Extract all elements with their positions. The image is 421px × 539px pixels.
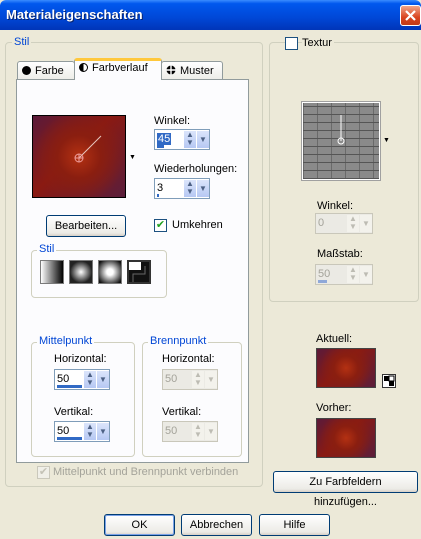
- winkel-label: Winkel:: [154, 115, 191, 127]
- textur-winkel-up-down-icon: ▲ ▼: [347, 215, 359, 232]
- checkmark-icon: ✔: [38, 466, 49, 478]
- winkel-value[interactable]: 45: [157, 133, 172, 145]
- texture-dropdown-arrow-icon[interactable]: ▼: [383, 137, 390, 144]
- swatch-toggle-icon: [384, 375, 395, 386]
- radial-style-icon: [129, 262, 149, 282]
- stil-group-label: Stil: [12, 36, 32, 48]
- mittelpunkt-vertikal-spinbox[interactable]: 50 ▲ ▼ ▼: [54, 421, 110, 442]
- dialog-body: Stil Farbe Farbverlauf Muster ▼ Winkel: …: [0, 30, 421, 539]
- tab-farbe[interactable]: Farbe: [17, 61, 75, 81]
- brennpunkt-vertikal-up-down-icon: ▲ ▼: [192, 423, 204, 440]
- previous-material-swatch[interactable]: [316, 418, 376, 458]
- filled-circle-icon: [22, 66, 31, 75]
- mittelpunkt-vertikal-dropdown-icon[interactable]: ▼: [97, 423, 109, 440]
- wiederholungen-up-down-icon[interactable]: ▲ ▼: [184, 180, 196, 197]
- current-material-swatch: [316, 348, 376, 388]
- gradient-angle-handle-icon: [74, 135, 102, 163]
- edit-gradient-button[interactable]: Bearbeiten...: [46, 215, 126, 237]
- winkel-up-down-icon[interactable]: ▲ ▼: [184, 131, 196, 148]
- title-bar: Materialeigenschaften: [0, 0, 421, 30]
- wiederholungen-value[interactable]: 3: [157, 182, 163, 194]
- mittelpunkt-horizontal-level-bar: [57, 385, 82, 388]
- crosshair-pattern-icon: [166, 65, 176, 78]
- textur-label: Textur: [302, 37, 334, 49]
- textur-masstab-level-bar: [318, 280, 327, 283]
- close-icon: [405, 10, 416, 21]
- brennpunkt-horizontal-spinbox: 50 ▲ ▼ ▼: [162, 369, 218, 390]
- tab-farbverlauf[interactable]: Farbverlauf: [74, 58, 162, 80]
- half-circle-icon: [79, 63, 88, 72]
- wiederholungen-label: Wiederholungen:: [154, 163, 238, 175]
- winkel-spinbox[interactable]: 45 ▲ ▼ ▼: [154, 129, 210, 150]
- radial-style-button[interactable]: [127, 260, 151, 284]
- swatch-dropdown-arrow-icon[interactable]: ▼: [129, 154, 136, 161]
- brennpunkt-vertikal-spinbox: 50 ▲ ▼ ▼: [162, 421, 218, 442]
- ok-button[interactable]: OK: [104, 514, 175, 536]
- checkmark-icon: ✔: [155, 219, 166, 231]
- brennpunkt-horizontal-up-down-icon: ▲ ▼: [192, 371, 204, 388]
- rectangular-style-button[interactable]: [69, 260, 93, 284]
- textur-masstab-label: Maßstab:: [317, 248, 363, 260]
- textur-winkel-label: Winkel:: [317, 200, 354, 212]
- mittelpunkt-horizontal-up-down-icon[interactable]: ▲ ▼: [84, 371, 96, 388]
- wiederholungen-level-bar: [157, 194, 159, 197]
- textur-checkbox[interactable]: [285, 37, 298, 50]
- mittelpunkt-horizontal-spinbox[interactable]: 50 ▲ ▼ ▼: [54, 369, 110, 390]
- gradient-style-label: Stil: [37, 243, 57, 255]
- help-button[interactable]: Hilfe: [259, 514, 330, 536]
- mittelpunkt-horizontal-value[interactable]: 50: [57, 373, 69, 385]
- aktuell-label: Aktuell:: [316, 333, 353, 345]
- brennpunkt-horizontal-dropdown-icon: ▼: [205, 371, 217, 388]
- linear-style-button[interactable]: [40, 260, 64, 284]
- mittelpunkt-horizontal-label: Horizontal:: [54, 353, 107, 365]
- textur-masstab-spinbox: 50 ▲ ▼ ▼: [315, 264, 373, 285]
- textur-masstab-value: 50: [318, 268, 331, 280]
- sunburst-style-button[interactable]: [98, 260, 122, 284]
- textur-winkel-spinbox: 0 ▲ ▼ ▼: [315, 213, 373, 234]
- winkel-dropdown-icon[interactable]: ▼: [197, 131, 209, 148]
- window-title: Materialeigenschaften: [6, 7, 143, 22]
- brennpunkt-vertikal-dropdown-icon: ▼: [205, 423, 217, 440]
- wiederholungen-spinbox[interactable]: 3 ▲ ▼ ▼: [154, 178, 210, 199]
- textur-winkel-dropdown-icon: ▼: [360, 215, 372, 232]
- invert-checkbox[interactable]: ✔: [154, 219, 167, 232]
- tab-muster-label: Muster: [180, 65, 214, 77]
- winkel-level-bar: [157, 145, 164, 148]
- textur-masstab-up-down-icon: ▲ ▼: [347, 266, 359, 283]
- brennpunkt-label: Brennpunkt: [148, 335, 209, 347]
- mittelpunkt-vertikal-up-down-icon[interactable]: ▲ ▼: [84, 423, 96, 440]
- swap-material-button[interactable]: [382, 374, 396, 388]
- mittelpunkt-vertikal-level-bar: [57, 437, 82, 440]
- invert-label: Umkehren: [172, 219, 223, 231]
- wiederholungen-dropdown-icon[interactable]: ▼: [197, 180, 209, 197]
- textur-masstab-dropdown-icon: ▼: [360, 266, 372, 283]
- add-to-swatches-button[interactable]: Zu Farbfeldern hinzufügen...: [273, 471, 418, 508]
- vorher-label: Vorher:: [316, 402, 352, 414]
- brennpunkt-horizontal-value: 50: [165, 373, 178, 385]
- link-points-checkbox: ✔: [37, 466, 50, 479]
- tab-farbe-label: Farbe: [35, 65, 64, 77]
- mittelpunkt-label: Mittelpunkt: [37, 335, 95, 347]
- link-points-label: Mittelpunkt und Brennpunkt verbinden: [53, 466, 239, 478]
- tab-pane-farbverlauf: ▼ Winkel: 45 ▲ ▼ ▼ Wiederholungen: 3 ▲ ▼ ▼…: [16, 79, 249, 479]
- brennpunkt-vertikal-value: 50: [165, 425, 178, 437]
- gradient-swatch[interactable]: [32, 115, 126, 198]
- mittelpunkt-horizontal-dropdown-icon[interactable]: ▼: [97, 371, 109, 388]
- textur-winkel-value: 0: [318, 217, 325, 229]
- brennpunkt-vertikal-label: Vertikal:: [162, 406, 202, 418]
- mittelpunkt-vertikal-value[interactable]: 50: [57, 425, 69, 437]
- texture-preview[interactable]: [302, 102, 380, 180]
- tab-muster[interactable]: Muster: [161, 61, 223, 81]
- cancel-button[interactable]: Abbrechen: [181, 514, 252, 536]
- mittelpunkt-vertikal-label: Vertikal:: [54, 406, 94, 418]
- close-button[interactable]: [400, 5, 421, 26]
- texture-angle-handle-icon: [337, 115, 345, 145]
- tab-farbverlauf-label: Farbverlauf: [92, 62, 148, 74]
- brennpunkt-horizontal-label: Horizontal:: [162, 353, 215, 365]
